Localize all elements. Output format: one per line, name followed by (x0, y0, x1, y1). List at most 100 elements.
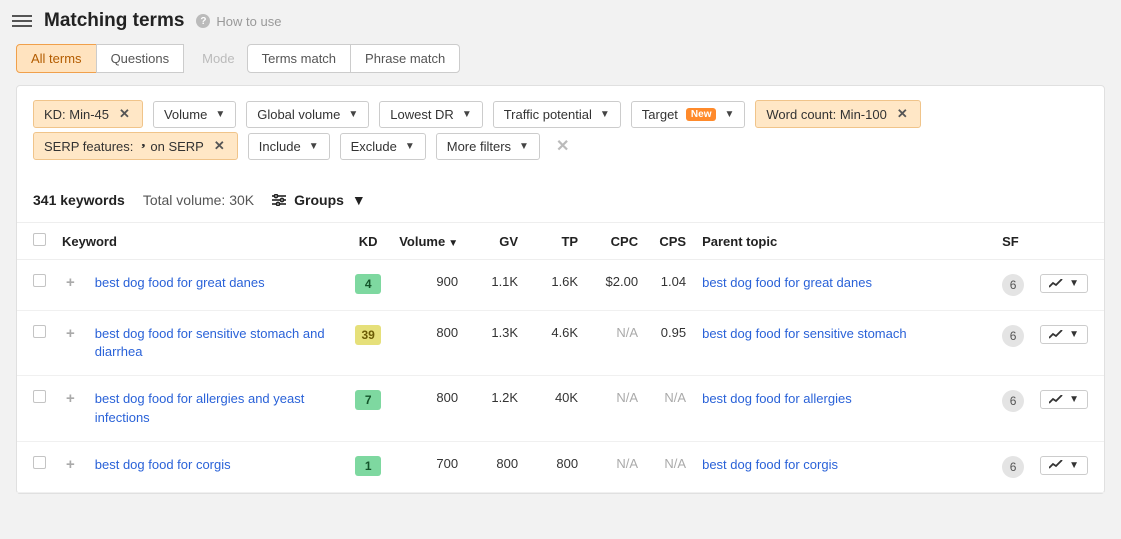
col-cpc[interactable]: CPC (586, 223, 646, 260)
cell-cps: N/A (646, 441, 694, 492)
sliders-icon (272, 194, 286, 206)
row-checkbox[interactable] (33, 325, 46, 338)
chevron-down-icon: ▼ (215, 109, 225, 120)
keywords-count: 341 keywords (33, 192, 125, 208)
add-keyword-button[interactable]: + (62, 325, 79, 342)
cell-cpc: N/A (586, 376, 646, 441)
filter-lowest-dr[interactable]: Lowest DR ▼ (379, 101, 482, 128)
filter-kd-label: KD: Min-45 (44, 107, 109, 122)
filter-target-label: Target (642, 107, 678, 122)
table-row: + best dog food for sensitive stomach and… (17, 311, 1104, 376)
keyword-link[interactable]: best dog food for great danes (95, 274, 265, 292)
sf-count[interactable]: 6 (1002, 390, 1024, 412)
parent-topic-link[interactable]: best dog food for sensitive stomach (702, 326, 907, 341)
parent-topic-link[interactable]: best dog food for allergies (702, 391, 852, 406)
cell-tp: 4.6K (526, 311, 586, 376)
sf-count[interactable]: 6 (1002, 325, 1024, 347)
table-row: +best dog food for great danes49001.1K1.… (17, 260, 1104, 311)
cell-cps: 1.04 (646, 260, 694, 311)
filter-include[interactable]: Include ▼ (248, 133, 330, 160)
cell-tp: 1.6K (526, 260, 586, 311)
filter-kd[interactable]: KD: Min-45 ✕ (33, 100, 143, 128)
serp-button[interactable]: ▼ (1040, 325, 1088, 344)
col-tp[interactable]: TP (526, 223, 586, 260)
close-icon[interactable]: ✕ (212, 138, 227, 154)
col-keyword[interactable]: Keyword (54, 223, 345, 260)
cell-cpc: $2.00 (586, 260, 646, 311)
close-icon[interactable]: ✕ (895, 106, 910, 122)
chevron-down-icon: ▼ (348, 109, 358, 120)
tab-all-terms[interactable]: All terms (16, 44, 97, 73)
serp-button[interactable]: ▼ (1040, 456, 1088, 475)
menu-icon[interactable] (12, 12, 32, 30)
clear-filters[interactable]: ✕ (550, 132, 575, 160)
cell-cps: N/A (646, 376, 694, 441)
tab-questions[interactable]: Questions (96, 44, 185, 73)
row-checkbox[interactable] (33, 390, 46, 403)
cell-gv: 1.3K (466, 311, 526, 376)
quote-icon: ,, (141, 135, 142, 151)
page-title: Matching terms (44, 10, 184, 32)
filter-target[interactable]: Target New ▼ (631, 101, 746, 128)
col-parent-topic[interactable]: Parent topic (694, 223, 994, 260)
chevron-down-icon: ▼ (1069, 394, 1079, 405)
parent-topic-link[interactable]: best dog food for corgis (702, 457, 838, 472)
filter-serp-features-label: SERP features: (44, 139, 133, 154)
filter-lowest-dr-label: Lowest DR (390, 107, 454, 122)
filter-serp-features[interactable]: SERP features: ,, on SERP ✕ (33, 132, 238, 160)
cell-volume: 900 (391, 260, 466, 311)
col-sf[interactable]: SF (994, 223, 1032, 260)
tab-terms-match[interactable]: Terms match (247, 44, 351, 73)
cell-cps: 0.95 (646, 311, 694, 376)
serp-button[interactable]: ▼ (1040, 390, 1088, 409)
kd-badge: 7 (355, 390, 381, 410)
col-kd[interactable]: KD (345, 223, 391, 260)
chevron-down-icon: ▼ (1069, 278, 1079, 289)
col-volume[interactable]: Volume▼ (391, 223, 466, 260)
filter-traffic-potential[interactable]: Traffic potential▼ (493, 101, 621, 128)
trend-icon (1049, 395, 1063, 405)
total-volume: Total volume: 30K (143, 192, 254, 208)
chevron-down-icon: ▼ (462, 109, 472, 120)
groups-button[interactable]: Groups ▼ (272, 192, 366, 208)
filter-exclude[interactable]: Exclude▼ (340, 133, 426, 160)
sf-count[interactable]: 6 (1002, 274, 1024, 296)
row-checkbox[interactable] (33, 456, 46, 469)
add-keyword-button[interactable]: + (62, 274, 79, 291)
col-volume-label: Volume (399, 234, 445, 249)
keyword-link[interactable]: best dog food for sensitive stomach and … (95, 325, 337, 361)
close-icon[interactable]: ✕ (117, 106, 132, 122)
filter-word-count[interactable]: Word count: Min-100 ✕ (755, 100, 920, 128)
filter-serp-on-label: on SERP (150, 139, 203, 154)
filter-global-volume[interactable]: Global volume ▼ (246, 101, 369, 128)
filter-global-volume-label: Global volume (257, 107, 340, 122)
filter-volume[interactable]: Volume▼ (153, 101, 236, 128)
row-checkbox[interactable] (33, 274, 46, 287)
col-gv[interactable]: GV (466, 223, 526, 260)
select-all-checkbox[interactable] (33, 233, 46, 246)
add-keyword-button[interactable]: + (62, 456, 79, 473)
tab-phrase-match[interactable]: Phrase match (350, 44, 460, 73)
sf-count[interactable]: 6 (1002, 456, 1024, 478)
kd-badge: 39 (355, 325, 381, 345)
add-keyword-button[interactable]: + (62, 390, 79, 407)
how-to-use-link[interactable]: ? How to use (196, 14, 281, 29)
filter-traffic-potential-label: Traffic potential (504, 107, 592, 122)
col-cps[interactable]: CPS (646, 223, 694, 260)
filter-include-label: Include (259, 139, 301, 154)
filter-more[interactable]: More filters▼ (436, 133, 540, 160)
keyword-link[interactable]: best dog food for corgis (95, 456, 231, 474)
groups-label: Groups (294, 192, 344, 208)
how-to-use-label: How to use (216, 14, 281, 29)
cell-gv: 1.1K (466, 260, 526, 311)
cell-cpc: N/A (586, 311, 646, 376)
chevron-down-icon: ▼ (519, 141, 529, 152)
cell-volume: 800 (391, 311, 466, 376)
chevron-down-icon: ▼ (309, 141, 319, 152)
serp-button[interactable]: ▼ (1040, 274, 1088, 293)
kd-badge: 1 (355, 456, 381, 476)
trend-icon (1049, 460, 1063, 470)
trend-icon (1049, 279, 1063, 289)
keyword-link[interactable]: best dog food for allergies and yeast in… (95, 390, 337, 426)
parent-topic-link[interactable]: best dog food for great danes (702, 275, 872, 290)
